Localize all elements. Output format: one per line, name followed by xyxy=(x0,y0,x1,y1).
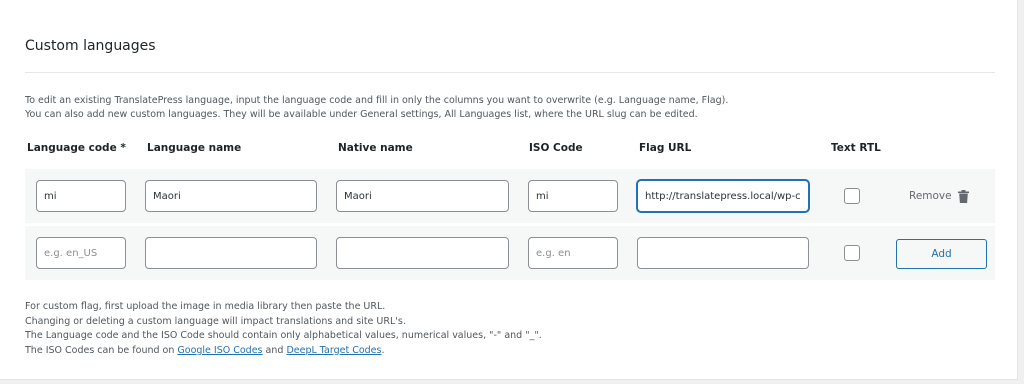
flag-url-input[interactable] xyxy=(637,180,809,212)
divider xyxy=(25,72,995,73)
intro-line-1: To edit an existing TranslatePress langu… xyxy=(25,95,729,106)
language-name-input[interactable] xyxy=(145,180,317,212)
header-iso-code: ISO Code xyxy=(529,142,583,154)
new-text-rtl-checkbox[interactable] xyxy=(844,245,860,261)
note-line-2: Changing or deleting a custom language w… xyxy=(25,315,406,327)
custom-languages-panel: Custom languages To edit an existing Tra… xyxy=(0,0,1018,380)
iso-code-input[interactable] xyxy=(528,180,618,212)
note-line-4-suffix: . xyxy=(381,344,385,356)
remove-label: Remove xyxy=(909,190,952,202)
intro-line-2: You can also add new custom languages. T… xyxy=(25,109,698,120)
note-line-4: The ISO Codes can be found on Google ISO… xyxy=(25,344,542,359)
new-flag-url-input[interactable] xyxy=(637,237,809,269)
remove-button[interactable]: Remove xyxy=(909,188,969,204)
native-name-input[interactable] xyxy=(336,180,509,212)
new-language-code-input[interactable] xyxy=(36,237,126,269)
header-text-rtl: Text RTL xyxy=(831,142,881,154)
deepl-target-codes-link[interactable]: DeepL Target Codes xyxy=(286,345,381,356)
new-language-name-input[interactable] xyxy=(145,237,317,269)
note-line-4-mid: and xyxy=(262,344,287,356)
google-iso-codes-link[interactable]: Google ISO Codes xyxy=(177,345,262,356)
note-line-3: The Language code and the ISO Code shoul… xyxy=(25,330,542,341)
language-code-input[interactable] xyxy=(36,180,126,212)
new-native-name-input[interactable] xyxy=(336,237,509,269)
intro-text: To edit an existing TranslatePress langu… xyxy=(25,94,985,122)
trash-icon xyxy=(957,189,969,203)
new-iso-code-input[interactable] xyxy=(528,237,618,269)
note-line-1: For custom flag, first upload the image … xyxy=(25,301,386,312)
header-language-code: Language code * xyxy=(27,142,126,154)
header-native-name: Native name xyxy=(338,142,413,154)
notes: For custom flag, first upload the image … xyxy=(25,300,542,358)
section-title: Custom languages xyxy=(25,38,156,54)
header-language-name: Language name xyxy=(147,142,242,154)
note-line-4-prefix: The ISO Codes can be found on xyxy=(25,344,178,356)
text-rtl-checkbox[interactable] xyxy=(844,188,860,204)
add-button[interactable]: Add xyxy=(896,239,987,269)
header-flag-url: Flag URL xyxy=(639,142,692,154)
